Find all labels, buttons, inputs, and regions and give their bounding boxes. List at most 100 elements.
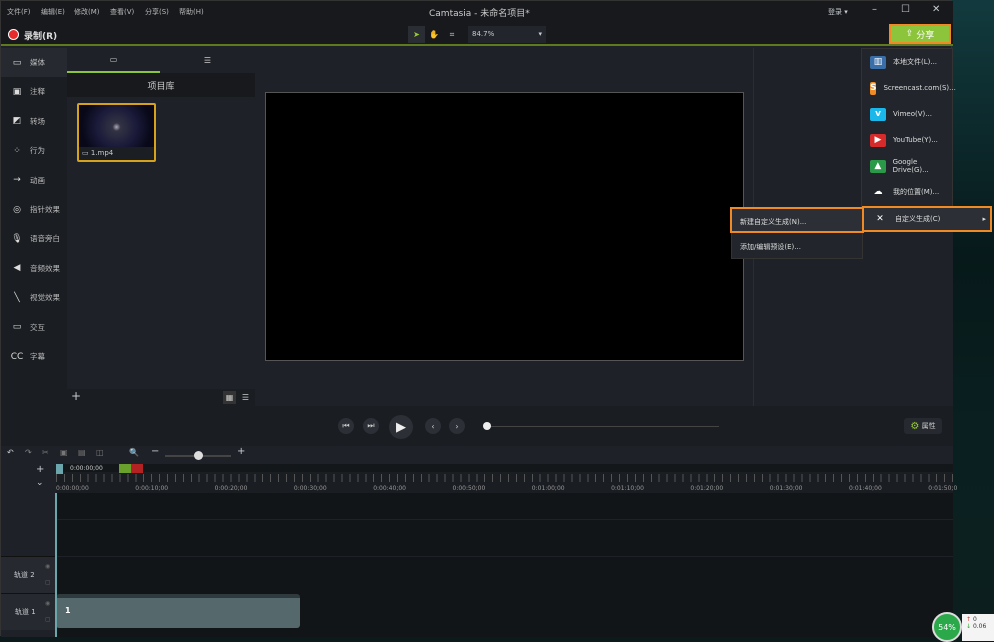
- next-marker-icon[interactable]: ›: [449, 418, 465, 434]
- minimize-button[interactable]: –: [872, 4, 877, 15]
- mic-icon: 🎙: [11, 233, 23, 244]
- sidebar-item-4[interactable]: → 动画: [1, 166, 67, 195]
- clip-label: 1: [65, 606, 71, 615]
- paste-icon[interactable]: ▤: [78, 448, 86, 457]
- crop-tool-icon[interactable]: ⌗: [444, 26, 460, 43]
- ruler-tick-label: 0:01:10;00: [611, 485, 644, 492]
- track-2-header[interactable]: 轨道 2 ◉ ▢: [1, 556, 56, 593]
- transition-icon: ◩: [12, 116, 22, 127]
- sidebar-item-label: 字幕: [30, 352, 45, 361]
- behavior-icon: ⁘: [13, 145, 21, 156]
- zoom-select[interactable]: 84.7% ▾: [468, 26, 546, 43]
- cloud-icon: ☁: [873, 187, 883, 197]
- sidebar-item-3[interactable]: ⁘ 行为: [1, 136, 67, 165]
- share-button[interactable]: ⇪ 分享: [889, 24, 951, 44]
- collapse-tracks-icon[interactable]: ⌄: [36, 478, 44, 488]
- tab-media-bin[interactable]: ▭: [67, 48, 160, 73]
- prev-marker-icon[interactable]: ‹: [425, 418, 441, 434]
- sidebar-item-label: 注释: [30, 87, 45, 97]
- share-menu-item-1[interactable]: S Screencast.com(S)...: [862, 75, 956, 101]
- pan-tool-icon[interactable]: ✋: [426, 26, 442, 43]
- sidebar-item-label: 行为: [30, 146, 45, 156]
- timeline-ruler[interactable]: 0:00:00;00 0:00:00;00 0:00:10;00 0:00:20;0…: [56, 464, 957, 493]
- zoom-slider-handle[interactable]: [194, 451, 203, 460]
- preview-canvas[interactable]: [265, 92, 744, 361]
- menu-share[interactable]: 分享(S): [145, 7, 169, 17]
- sidebar-item-1[interactable]: ▣ 注释: [1, 77, 67, 106]
- share-menu-item-4[interactable]: ▲ Google Drive(G)...: [862, 153, 954, 179]
- undo-icon[interactable]: ↶: [7, 448, 14, 457]
- share-menu-item-2[interactable]: v Vimeo(V)...: [862, 101, 954, 127]
- record-button[interactable]: 录制(R): [24, 29, 57, 42]
- upload-icon: ↑: [966, 616, 972, 623]
- sidebar-item-9[interactable]: ▭ 交互: [1, 313, 67, 342]
- network-widget-percent[interactable]: 54%: [932, 612, 962, 642]
- share-menu-item-5[interactable]: ☁ 我的位置(M)...: [862, 179, 954, 205]
- track-2-label: 轨道 2: [14, 571, 35, 579]
- sidebar-item-label: 媒体: [30, 58, 45, 67]
- selection-end-marker[interactable]: [131, 464, 143, 473]
- track-controls: + ⌄: [1, 464, 56, 493]
- zoom-out-button[interactable]: −: [151, 446, 159, 457]
- desktop-background: [952, 0, 994, 641]
- sidebar-item-7[interactable]: ◀ 音频效果: [1, 254, 67, 283]
- sidebar-item-6[interactable]: 🎙 语音旁白: [1, 224, 67, 253]
- zoom-in-button[interactable]: +: [237, 446, 245, 457]
- playhead-marker[interactable]: [56, 464, 63, 474]
- sidebar-item-0[interactable]: ▭ 媒体: [1, 48, 67, 77]
- playback-bar: ⏮ ⏭ ▶ ‹ › ⚙ 属性: [1, 406, 953, 446]
- main-toolbar: 录制(R) ➤ ✋ ⌗ 84.7% ▾ ⇪ 分享: [1, 23, 953, 46]
- sidebar-item-2[interactable]: ◩ 转场: [1, 107, 67, 136]
- lock-icon[interactable]: ▢: [45, 616, 51, 623]
- sidebar-item-8[interactable]: ╲ 视觉效果: [1, 283, 67, 312]
- play-button[interactable]: ▶: [389, 415, 413, 439]
- animation-icon: →: [13, 175, 21, 186]
- grid-view-icon[interactable]: ▦: [223, 391, 236, 404]
- share-menu-label: Vimeo(V)...: [893, 110, 932, 118]
- add-track-button[interactable]: +: [36, 464, 44, 475]
- properties-button[interactable]: ⚙ 属性: [904, 418, 942, 434]
- select-tool-icon[interactable]: ➤: [408, 26, 425, 43]
- split-icon[interactable]: ◫: [96, 448, 104, 457]
- eye-icon[interactable]: ◉: [45, 563, 50, 570]
- menu-edit[interactable]: 编辑(E): [41, 7, 65, 17]
- audio-clip[interactable]: 1: [56, 594, 300, 628]
- share-menu-item-6[interactable]: ✕ 自定义生成(C) ▸: [862, 206, 992, 232]
- copy-icon[interactable]: ▣: [60, 448, 68, 457]
- redo-icon[interactable]: ↷: [25, 448, 32, 457]
- media-clip-thumbnail[interactable]: ▭ 1.mp4: [77, 103, 156, 162]
- sidebar-item-10[interactable]: CC 字幕: [1, 342, 67, 371]
- share-menu-item-0[interactable]: ▥ 本地文件(L)...: [862, 49, 954, 75]
- tab-library[interactable]: ☰: [160, 48, 255, 73]
- step-back-icon[interactable]: ⏮: [338, 418, 354, 434]
- lock-icon[interactable]: ▢: [45, 579, 51, 586]
- upload-speed: 0: [972, 616, 977, 623]
- new-custom-production-item[interactable]: 新建自定义生成(N)...: [730, 207, 864, 233]
- cut-icon[interactable]: ✂: [42, 448, 49, 457]
- menu-view[interactable]: 查看(V): [110, 7, 134, 17]
- eye-icon[interactable]: ◉: [45, 600, 50, 607]
- sidebar-item-5[interactable]: ◎ 指针效果: [1, 195, 67, 224]
- add-edit-preset-item[interactable]: 添加/编辑预设(E)...: [732, 235, 862, 259]
- maximize-button[interactable]: ☐: [901, 4, 910, 15]
- cursor-effect-icon: ◎: [13, 204, 21, 215]
- login-button[interactable]: 登录 ▾: [828, 7, 848, 17]
- track-1-header[interactable]: 轨道 1 ◉ ▢: [1, 593, 56, 630]
- selection-start-marker[interactable]: [119, 464, 131, 473]
- menu-help[interactable]: 帮助(H): [179, 7, 204, 17]
- scrub-bar[interactable]: [487, 426, 719, 427]
- sidebar-item-label: 音频效果: [30, 263, 60, 273]
- annotation-icon: ▣: [12, 86, 22, 97]
- step-forward-icon[interactable]: ⏭: [363, 418, 379, 434]
- close-button[interactable]: ✕: [932, 4, 940, 15]
- menu-modify[interactable]: 修改(M): [74, 7, 100, 17]
- add-media-button[interactable]: +: [71, 389, 81, 403]
- menu-file[interactable]: 文件(F): [7, 7, 31, 17]
- custom-production-submenu: 新建自定义生成(N)... 添加/编辑预设(E)...: [730, 207, 864, 259]
- audio-effect-icon: ◀: [13, 263, 21, 274]
- timeline-tracks: 轨道 2 ◉ ▢ 轨道 1 ◉ ▢ 1: [1, 493, 953, 637]
- ruler-tick-label: 0:01:30;00: [769, 485, 803, 492]
- scrub-handle[interactable]: [483, 422, 491, 430]
- list-view-icon[interactable]: ☰: [239, 391, 252, 404]
- share-menu-item-3[interactable]: ▶ YouTube(Y)...: [862, 127, 954, 153]
